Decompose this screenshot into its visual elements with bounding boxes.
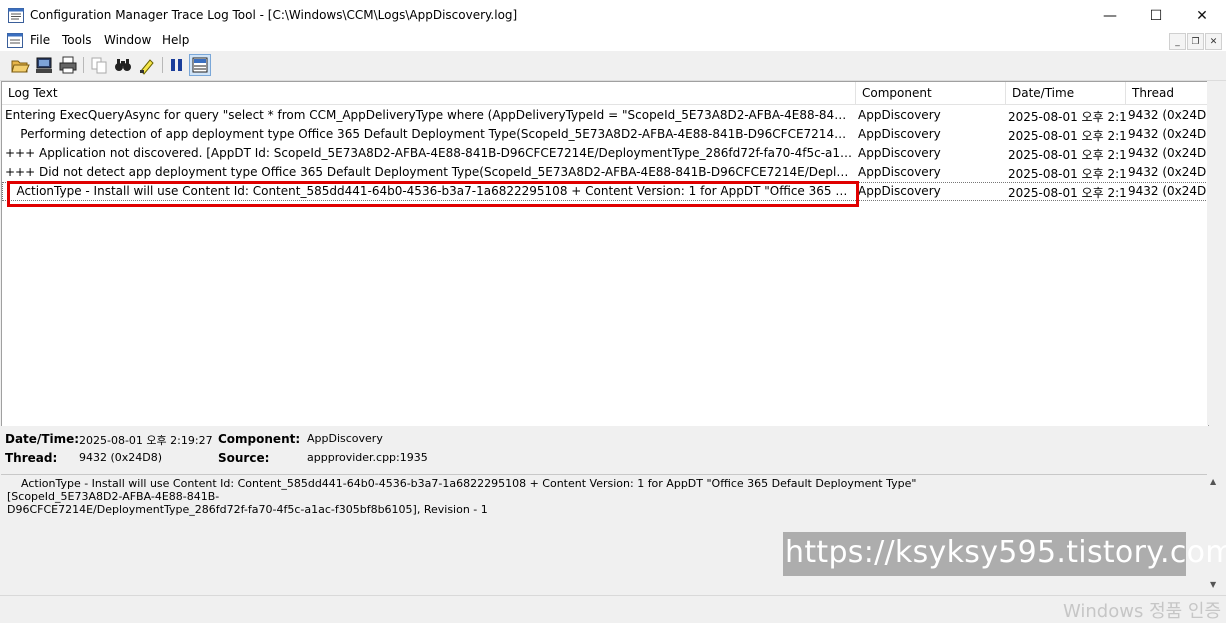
toolbar-separator	[162, 57, 163, 73]
datetime-cell: 2025-08-01 오후 2:19:27	[1008, 186, 1126, 200]
find-icon[interactable]	[113, 55, 133, 75]
close-button[interactable]: ✕	[1179, 0, 1225, 31]
log-text-cell: Performing detection of app deployment t…	[20, 127, 853, 141]
print-icon[interactable]	[58, 55, 78, 75]
component-cell: AppDiscovery	[858, 165, 941, 179]
source-label: Source:	[218, 451, 270, 465]
log-text-cell: Entering ExecQueryAsync for query "selec…	[5, 108, 853, 122]
message-scrollbar[interactable]: ▲ ▼	[1207, 474, 1224, 593]
maximize-button[interactable]: ☐	[1133, 0, 1179, 31]
thread-cell: 9432 (0x24D8)	[1128, 184, 1208, 198]
thread-cell: 9432 (0x24D8)	[1128, 108, 1208, 122]
menu-file[interactable]: File	[30, 33, 50, 47]
pause-icon[interactable]	[167, 55, 187, 75]
copy-icon[interactable]	[89, 55, 109, 75]
grid-scrollbar[interactable]	[1207, 81, 1224, 425]
log-grid: Log Text Component Date/Time Thread Ente…	[1, 81, 1209, 427]
datetime-cell: 2025-08-01 오후 2:19:27	[1008, 110, 1126, 124]
log-row[interactable]: +++ Application not discovered. [AppDT I…	[2, 144, 1208, 163]
thread-cell: 9432 (0x24D8)	[1128, 127, 1208, 141]
datetime-value: 2025-08-01 오후 2:19:27	[79, 434, 213, 447]
scroll-up-icon[interactable]: ▲	[1210, 477, 1216, 486]
computer-icon[interactable]	[34, 55, 54, 75]
thread-label: Thread:	[5, 451, 58, 465]
title-bar: Configuration Manager Trace Log Tool - […	[0, 0, 1226, 31]
scroll-down-icon[interactable]: ▼	[1210, 580, 1216, 589]
annotation-highlight-box	[7, 181, 859, 207]
log-row[interactable]: Performing detection of app deployment t…	[2, 125, 1208, 144]
datetime-cell: 2025-08-01 오후 2:19:27	[1008, 167, 1126, 181]
component-cell: AppDiscovery	[858, 127, 941, 141]
mdi-restore-button[interactable]: ❐	[1187, 33, 1204, 50]
toggle-details-icon[interactable]	[189, 54, 211, 76]
source-value: appprovider.cpp:1935	[307, 451, 428, 464]
thread-cell: 9432 (0x24D8)	[1128, 146, 1208, 160]
thread-value: 9432 (0x24D8)	[79, 451, 163, 464]
details-pane: Date/Time: 2025-08-01 오후 2:19:27 Compone…	[0, 426, 1226, 474]
column-header-datetime[interactable]: Date/Time	[1006, 82, 1126, 105]
component-label: Component:	[218, 432, 301, 446]
log-text-cell: +++ Application not discovered. [AppDT I…	[5, 146, 853, 160]
component-cell: AppDiscovery	[858, 184, 941, 198]
column-header-thread[interactable]: Thread	[1126, 82, 1208, 105]
document-icon[interactable]	[7, 33, 23, 48]
windows-activation-notice: Windows 정품 인증	[1063, 601, 1222, 622]
open-folder-icon[interactable]	[10, 55, 30, 75]
minimize-button[interactable]: —	[1087, 0, 1133, 31]
maximize-icon: ☐	[1149, 7, 1163, 24]
watermark-banner: https://ksyksy595.tistory.com	[783, 532, 1226, 576]
log-text-cell: +++ Did not detect app deployment type O…	[5, 165, 853, 179]
datetime-label: Date/Time:	[5, 432, 80, 446]
datetime-cell: 2025-08-01 오후 2:19:27	[1008, 148, 1126, 162]
log-row[interactable]: Entering ExecQueryAsync for query "selec…	[2, 106, 1208, 125]
app-icon	[8, 8, 24, 23]
message-text: ActionType - Install will use Content Id…	[7, 477, 917, 516]
datetime-cell: 2025-08-01 오후 2:19:27	[1008, 129, 1126, 143]
minimize-icon: —	[1103, 7, 1117, 24]
close-icon: ✕	[1196, 7, 1208, 24]
menu-tools[interactable]: Tools	[62, 33, 92, 47]
menu-help[interactable]: Help	[162, 33, 189, 47]
highlight-icon[interactable]	[137, 55, 157, 75]
menu-window[interactable]: Window	[104, 33, 151, 47]
toolbar	[0, 52, 1226, 81]
component-cell: AppDiscovery	[858, 108, 941, 122]
thread-cell: 9432 (0x24D8)	[1128, 165, 1208, 179]
toolbar-separator	[83, 57, 84, 73]
column-header-component[interactable]: Component	[856, 82, 1006, 105]
status-bar	[0, 595, 1226, 620]
log-row[interactable]: +++ Did not detect app deployment type O…	[2, 163, 1208, 182]
window-title: Configuration Manager Trace Log Tool - […	[30, 8, 518, 22]
mdi-close-button[interactable]: ✕	[1205, 33, 1222, 50]
column-header-log-text[interactable]: Log Text	[2, 82, 856, 105]
component-value: AppDiscovery	[307, 432, 383, 445]
component-cell: AppDiscovery	[858, 146, 941, 160]
mdi-minimize-button[interactable]: _	[1169, 33, 1186, 50]
menu-bar: File Tools Window Help	[0, 31, 1226, 51]
